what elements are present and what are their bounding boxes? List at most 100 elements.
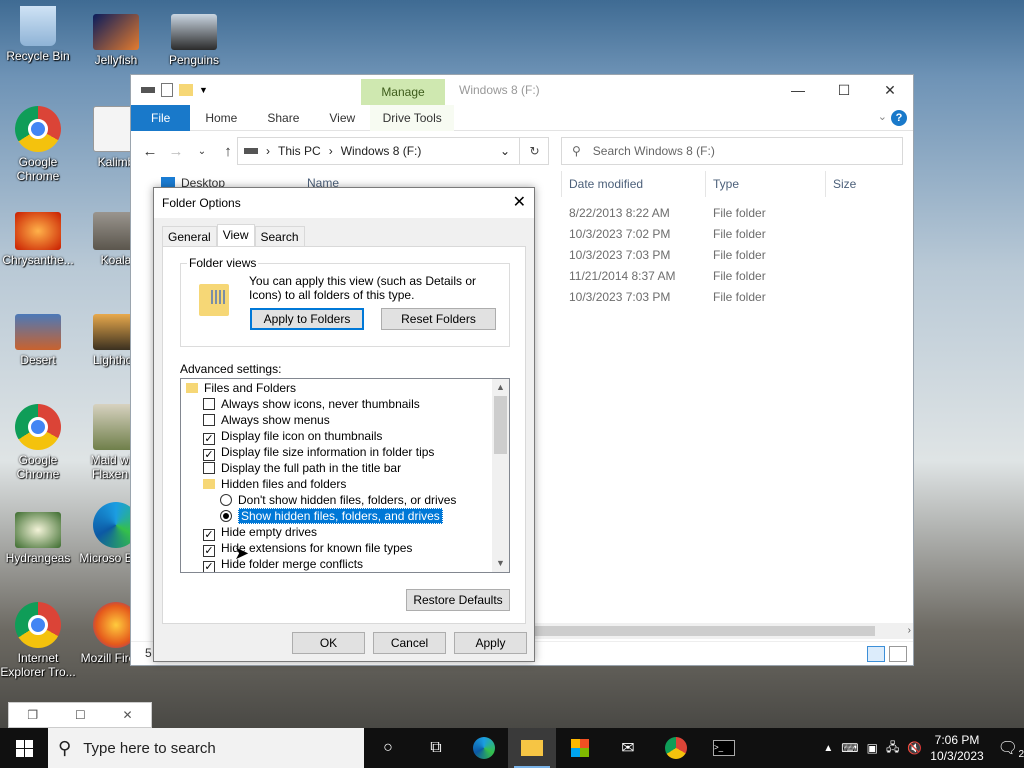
- tree-item[interactable]: Don't show hidden files, folders, or dri…: [181, 492, 509, 508]
- tree-item[interactable]: ✓ Hide empty drives: [181, 524, 509, 541]
- maximize-icon[interactable]: ☐: [75, 708, 86, 722]
- tab-view[interactable]: View: [314, 105, 370, 131]
- file-explorer-taskbar-icon[interactable]: [508, 728, 556, 768]
- column-header-type[interactable]: Type: [705, 171, 825, 197]
- scroll-right-icon[interactable]: ›: [908, 623, 911, 639]
- table-row[interactable]: 10/3/2023 7:03 PM File folder: [569, 287, 766, 308]
- forward-arrow-icon[interactable]: →: [163, 143, 189, 160]
- edge-taskbar-icon[interactable]: [460, 728, 508, 768]
- table-row[interactable]: 10/3/2023 7:02 PM File folder: [569, 224, 766, 245]
- tab-drive-tools[interactable]: Drive Tools: [370, 104, 455, 131]
- explorer-title-bar[interactable]: ▼ Manage Windows 8 (F:) — ☐ ✕: [131, 75, 913, 105]
- breadcrumb-drive[interactable]: Windows 8 (F:): [341, 144, 422, 158]
- drive-icon[interactable]: [141, 87, 155, 93]
- scroll-down-icon[interactable]: ▼: [492, 555, 509, 572]
- address-bar[interactable]: › This PC › Windows 8 (F:) ⌄: [237, 137, 549, 165]
- chevron-down-icon[interactable]: ⌄: [878, 110, 887, 123]
- cancel-button[interactable]: Cancel: [373, 632, 446, 654]
- tab-home[interactable]: Home: [190, 105, 252, 131]
- tree-item[interactable]: Show hidden files, folders, and drives: [181, 508, 509, 524]
- dialog-title-bar[interactable]: Folder Options ✕: [154, 188, 534, 218]
- search-input[interactable]: ⚲ Search Windows 8 (F:): [561, 137, 903, 165]
- meet-now-icon[interactable]: ▣: [867, 741, 878, 755]
- tree-item[interactable]: ✓ Hide folder merge conflicts: [181, 556, 509, 572]
- radio-unselected[interactable]: [220, 494, 232, 506]
- horizontal-scrollbar[interactable]: ›: [535, 623, 913, 639]
- chrysanthemum-icon[interactable]: Chrysanthe...: [0, 212, 76, 267]
- properties-icon[interactable]: [161, 83, 173, 97]
- tree-item[interactable]: ✓ Hide extensions for known file types: [181, 540, 509, 557]
- table-row[interactable]: 11/21/2014 8:37 AM File folder: [569, 266, 766, 287]
- network-icon[interactable]: 🖧: [886, 738, 899, 759]
- restore-icon[interactable]: ❐: [27, 708, 38, 722]
- scrollbar-thumb[interactable]: [535, 626, 875, 636]
- task-view-icon[interactable]: ⧉: [412, 728, 460, 768]
- tab-share[interactable]: Share: [252, 105, 314, 131]
- address-dropdown-icon[interactable]: ⌄: [500, 144, 510, 158]
- details-view-icon[interactable]: [867, 646, 885, 662]
- keyboard-icon[interactable]: ⌨: [841, 741, 858, 755]
- command-prompt-taskbar-icon[interactable]: >_: [700, 728, 748, 768]
- tree-item[interactable]: ✓ Display file icon on thumbnails: [181, 428, 509, 445]
- checkbox-unchecked[interactable]: [203, 398, 215, 410]
- volume-muted-icon[interactable]: 🔇: [907, 741, 922, 755]
- clock[interactable]: 7:06 PM 10/3/2023: [930, 732, 983, 764]
- google-chrome-shortcut[interactable]: Google Chrome: [0, 106, 76, 183]
- tab-search[interactable]: Search: [254, 226, 305, 247]
- advanced-settings-tree[interactable]: Files and Folders Always show icons, neve…: [180, 378, 510, 573]
- back-arrow-icon[interactable]: ←: [137, 143, 163, 160]
- taskbar-search-input[interactable]: ⚲ Type here to search: [48, 728, 364, 768]
- show-hidden-icons-icon[interactable]: ▲: [823, 743, 833, 754]
- large-icons-view-icon[interactable]: [889, 646, 907, 662]
- recent-locations-icon[interactable]: ⌄: [189, 146, 215, 157]
- ok-button[interactable]: OK: [292, 632, 365, 654]
- tree-item[interactable]: Files and Folders: [181, 380, 509, 396]
- tree-item[interactable]: Always show menus: [181, 412, 509, 428]
- help-icon[interactable]: ?: [891, 110, 907, 126]
- column-header-size[interactable]: Size: [825, 171, 906, 197]
- mail-taskbar-icon[interactable]: ✉: [604, 728, 652, 768]
- jellyfish-icon[interactable]: Jellyfish: [78, 14, 154, 67]
- checkbox-unchecked[interactable]: [203, 462, 215, 474]
- scrollbar-thumb[interactable]: [494, 396, 507, 454]
- desert-icon[interactable]: Desert: [0, 314, 76, 367]
- breadcrumb-this-pc[interactable]: This PC: [278, 144, 321, 158]
- apply-button[interactable]: Apply: [454, 632, 527, 654]
- recycle-bin-icon[interactable]: Recycle Bin: [0, 6, 76, 63]
- tree-item[interactable]: Display the full path in the title bar: [181, 460, 509, 476]
- chrome-taskbar-icon[interactable]: [652, 728, 700, 768]
- checkbox-unchecked[interactable]: [203, 414, 215, 426]
- internet-explorer-shortcut[interactable]: Internet Explorer Tro...: [0, 602, 76, 679]
- scroll-up-icon[interactable]: ▲: [492, 379, 509, 396]
- manage-contextual-tab[interactable]: Manage: [361, 79, 445, 105]
- tab-general[interactable]: General: [162, 226, 217, 247]
- refresh-icon[interactable]: ↻: [519, 137, 549, 165]
- radio-selected[interactable]: [220, 510, 232, 522]
- store-taskbar-icon[interactable]: [556, 728, 604, 768]
- reset-folders-button[interactable]: Reset Folders: [381, 308, 496, 330]
- google-chrome-shortcut-2[interactable]: Google Chrome: [0, 404, 76, 481]
- customize-toolbar-icon[interactable]: ▼: [199, 85, 208, 95]
- cortana-icon[interactable]: ○: [364, 728, 412, 768]
- close-icon[interactable]: ✕: [123, 708, 133, 722]
- start-button[interactable]: [0, 728, 48, 768]
- minimize-icon[interactable]: —: [775, 75, 821, 105]
- notification-center-icon[interactable]: 🗨 2: [998, 738, 1024, 760]
- checkbox-checked[interactable]: ✓: [203, 561, 215, 572]
- penguins-icon[interactable]: Penguins: [156, 14, 232, 67]
- new-folder-icon[interactable]: [179, 84, 193, 96]
- close-icon[interactable]: ✕: [867, 75, 913, 105]
- restore-defaults-button[interactable]: Restore Defaults: [406, 589, 510, 611]
- maximize-icon[interactable]: ☐: [821, 75, 867, 105]
- column-header-date-modified[interactable]: Date modified: [561, 171, 705, 197]
- vertical-scrollbar[interactable]: ▲ ▼: [492, 379, 509, 572]
- tree-item[interactable]: Always show icons, never thumbnails: [181, 396, 509, 412]
- hydrangeas-icon[interactable]: Hydrangeas: [0, 512, 76, 565]
- tree-item[interactable]: Hidden files and folders: [181, 476, 509, 492]
- table-row[interactable]: 10/3/2023 7:03 PM File folder: [569, 245, 766, 266]
- table-row[interactable]: 8/22/2013 8:22 AM File folder: [569, 203, 766, 224]
- tab-file[interactable]: File: [131, 104, 191, 131]
- minimized-window-bar[interactable]: ❐ ☐ ✕: [8, 702, 152, 728]
- tab-view[interactable]: View: [216, 224, 255, 248]
- close-icon[interactable]: ✕: [513, 188, 526, 218]
